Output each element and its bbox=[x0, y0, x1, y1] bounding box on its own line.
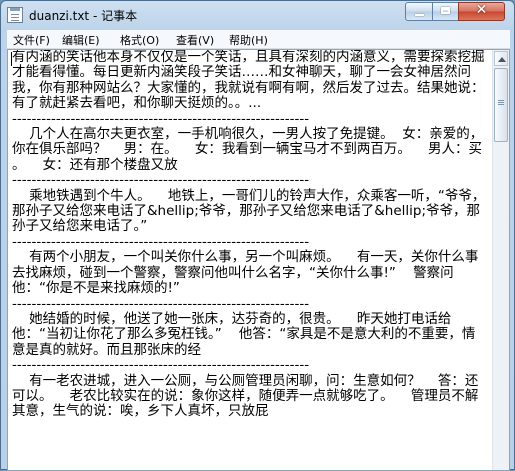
title-bar: duanzi.txt - 记事本 ✕ bbox=[1, 1, 514, 30]
menu-bar: 文件(F) 编辑(E) 格式(O) 查看(V) 帮助(H) bbox=[7, 30, 510, 49]
menu-edit[interactable]: 编辑(E) bbox=[62, 32, 100, 48]
menu-help[interactable]: 帮助(H) bbox=[229, 32, 268, 48]
document-text[interactable]: 有内涵的笑话他本身不仅仅是一个笑话，且具有深刻的内涵意义，需要探索挖掘才能看得懂… bbox=[12, 50, 486, 470]
close-icon: ✕ bbox=[475, 2, 488, 18]
menu-format[interactable]: 格式(O) bbox=[120, 32, 159, 48]
minimize-button[interactable] bbox=[405, 2, 433, 21]
menu-view[interactable]: 查看(V) bbox=[176, 32, 214, 48]
menu-file[interactable]: 文件(F) bbox=[13, 32, 50, 48]
close-button[interactable]: ✕ bbox=[458, 2, 505, 21]
notepad-window: duanzi.txt - 记事本 ✕ 文件(F) 编辑(E) 格式(O) 查看(… bbox=[0, 0, 515, 471]
text-editor[interactable]: 有内涵的笑话他本身不仅仅是一个笑话，且具有深刻的内涵意义，需要探索挖掘才能看得懂… bbox=[7, 49, 510, 471]
notepad-icon[interactable] bbox=[7, 7, 23, 23]
scroll-up-arrow-icon[interactable] bbox=[494, 51, 508, 66]
window-title: duanzi.txt - 记事本 bbox=[29, 9, 138, 23]
maximize-button[interactable] bbox=[432, 2, 459, 21]
scroll-thumb[interactable] bbox=[494, 68, 508, 142]
vertical-scrollbar[interactable] bbox=[492, 50, 509, 470]
